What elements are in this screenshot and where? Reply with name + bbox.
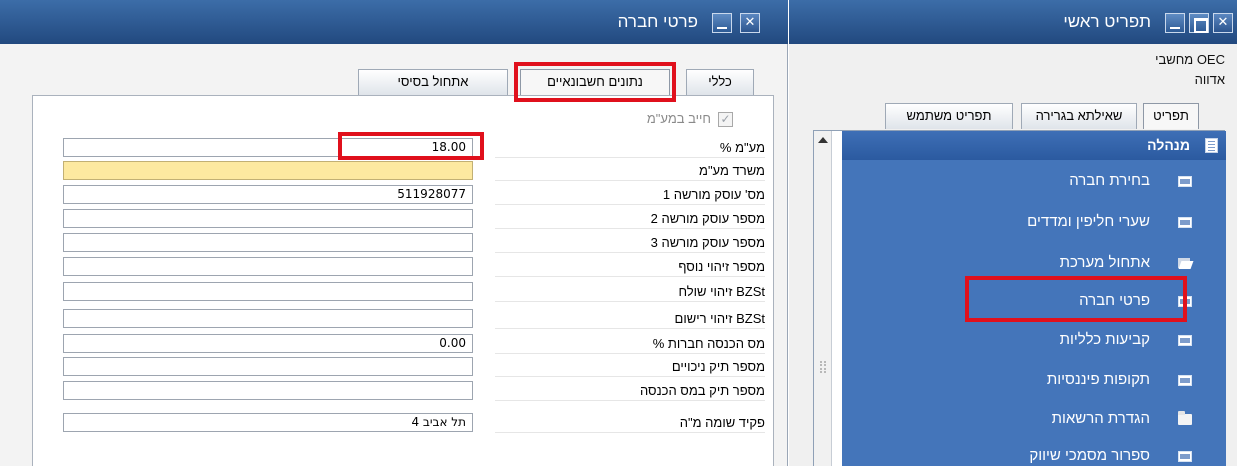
- bzst-sender-id-field[interactable]: [63, 282, 473, 301]
- menu-scrollbar[interactable]: [814, 131, 832, 466]
- form-icon: [1178, 451, 1192, 462]
- folder-icon: [1178, 411, 1192, 425]
- minimize-button[interactable]: [1165, 13, 1185, 33]
- field-row-dealer-no-3: מספר עוסק מורשה 3: [63, 232, 765, 253]
- scroll-up-icon[interactable]: [818, 137, 828, 143]
- dealer-number-1-field[interactable]: 511928077: [63, 185, 473, 204]
- highlight-company-details-item: [965, 276, 1187, 322]
- details-window-title: פרטי חברה: [617, 12, 698, 31]
- form-icon: [1178, 335, 1192, 346]
- documents-icon: [1205, 138, 1218, 153]
- form-icon: [1178, 217, 1192, 228]
- field-row-dealer-no-2: מספר עוסק מורשה 2: [63, 208, 765, 229]
- menu-item-exchange-rates[interactable]: שערי חליפין ומדדים: [842, 207, 1226, 239]
- field-label: מספר זיהוי נוסף: [495, 256, 765, 277]
- menu-item-label: הגדרת הרשאות: [1051, 410, 1150, 427]
- field-row-bzst-registration: זיהוי רישום BZSt: [63, 308, 765, 329]
- field-label: מס' עוסק מורשה 1: [495, 184, 765, 205]
- form-icon: [1178, 375, 1192, 386]
- company-name: מחשבי OEC: [1155, 52, 1225, 67]
- tab-drag-query[interactable]: שאילתא בגרירה: [1021, 103, 1137, 129]
- field-label: זיהוי רישום BZSt: [495, 308, 765, 329]
- field-label: % מע"מ: [495, 137, 765, 158]
- vat-office-field[interactable]: [63, 161, 473, 180]
- menu-section-administration[interactable]: מנהלה: [842, 131, 1226, 160]
- menu-item-choose-company[interactable]: בחירת חברה: [842, 166, 1226, 198]
- highlight-vat-field: [338, 132, 484, 160]
- field-row-dealer-no-1: מס' עוסק מורשה 1 511928077: [63, 184, 765, 205]
- field-row-income-tax-file: מספר תיק במס הכנסה: [63, 380, 765, 401]
- field-row-deductions-file: מספר תיק ניכויים: [63, 356, 765, 377]
- menu-item-general-settings[interactable]: קביעות כלליות: [842, 325, 1226, 357]
- user-name: אדווה: [1194, 72, 1225, 87]
- menu-item-marketing-numbering[interactable]: ספרור מסמכי שיווק: [842, 441, 1226, 466]
- tab-user-menu[interactable]: תפריט משתמש: [885, 103, 1013, 129]
- field-row-corporate-tax: % מס הכנסה חברות 0.00: [63, 333, 765, 354]
- field-row-additional-id: מספר זיהוי נוסף: [63, 256, 765, 277]
- dealer-number-3-field[interactable]: [63, 233, 473, 252]
- field-row-assessing-officer: פקיד שומה מ"ה תל אביב 4: [63, 412, 765, 433]
- corporate-tax-percent-field[interactable]: 0.00: [63, 334, 473, 353]
- menu-item-authorizations[interactable]: הגדרת הרשאות: [842, 404, 1226, 436]
- field-label: פקיד שומה מ"ה: [495, 412, 765, 433]
- menu-item-label: תקופות פיננסיות: [1046, 371, 1150, 388]
- company-details-window: ✕ פרטי חברה כללי נתונים חשבונאיים אתחול …: [0, 0, 788, 466]
- highlight-accounting-tab: [514, 62, 676, 102]
- bzst-registration-id-field[interactable]: [63, 309, 473, 328]
- field-label: מספר עוסק מורשה 2: [495, 208, 765, 229]
- details-titlebar[interactable]: ✕ פרטי חברה: [0, 0, 788, 44]
- menu-titlebar[interactable]: ✕ תפריט ראשי: [789, 0, 1237, 44]
- assessing-officer-field[interactable]: תל אביב 4: [63, 413, 473, 432]
- deductions-file-field[interactable]: [63, 357, 473, 376]
- vat-liable-checkbox-row[interactable]: ✓ חייב במע"מ: [541, 110, 733, 130]
- main-menu-window: ✕ תפריט ראשי מחשבי OEC אדווה תפריט שאילת…: [789, 0, 1237, 466]
- menu-item-label: אתחול מערכת: [1059, 254, 1150, 271]
- field-row-bzst-sender: זיהוי שולח BZSt: [63, 281, 765, 302]
- vat-liable-label: חייב במע"מ: [646, 111, 711, 126]
- field-label: זיהוי שולח BZSt: [495, 281, 765, 302]
- folder-open-icon: [1178, 258, 1192, 269]
- tab-user-menu-label: תפריט משתמש: [906, 108, 992, 123]
- income-tax-file-field[interactable]: [63, 381, 473, 400]
- tab-basic-initialization-label: אתחול בסיסי: [397, 74, 469, 89]
- menu-item-label: ספרור מסמכי שיווק: [1029, 447, 1150, 464]
- dealer-number-2-field[interactable]: [63, 209, 473, 228]
- field-label: מספר תיק במס הכנסה: [495, 380, 765, 401]
- tab-basic-initialization[interactable]: אתחול בסיסי: [358, 69, 508, 95]
- vat-liable-checkbox[interactable]: ✓: [718, 112, 733, 127]
- field-label: מספר תיק ניכויים: [495, 356, 765, 377]
- tab-general[interactable]: כללי: [686, 69, 754, 95]
- menu-window-title: תפריט ראשי: [1063, 12, 1151, 31]
- minimize-button[interactable]: [712, 13, 732, 33]
- tab-menu[interactable]: תפריט: [1143, 103, 1199, 129]
- close-button[interactable]: ✕: [740, 13, 760, 33]
- field-row-vat-office: משרד מע"מ: [63, 160, 765, 181]
- menu-item-label: שערי חליפין ומדדים: [1027, 213, 1150, 230]
- field-label: מספר עוסק מורשה 3: [495, 232, 765, 253]
- menu-item-label: קביעות כלליות: [1059, 331, 1150, 348]
- tab-general-label: כללי: [708, 74, 732, 89]
- field-label: משרד מע"מ: [495, 160, 765, 181]
- resize-grip-icon[interactable]: [820, 361, 826, 373]
- field-label: % מס הכנסה חברות: [495, 333, 765, 354]
- tab-menu-label: תפריט: [1153, 108, 1189, 123]
- menu-item-financial-periods[interactable]: תקופות פיננסיות: [842, 365, 1226, 397]
- menu-item-label: בחירת חברה: [1069, 172, 1150, 189]
- form-icon: [1178, 176, 1192, 187]
- close-button[interactable]: ✕: [1213, 13, 1233, 33]
- menu-section-label: מנהלה: [1147, 137, 1190, 153]
- tab-drag-query-label: שאילתא בגרירה: [1035, 108, 1123, 123]
- maximize-button[interactable]: [1189, 13, 1209, 33]
- additional-id-field[interactable]: [63, 257, 473, 276]
